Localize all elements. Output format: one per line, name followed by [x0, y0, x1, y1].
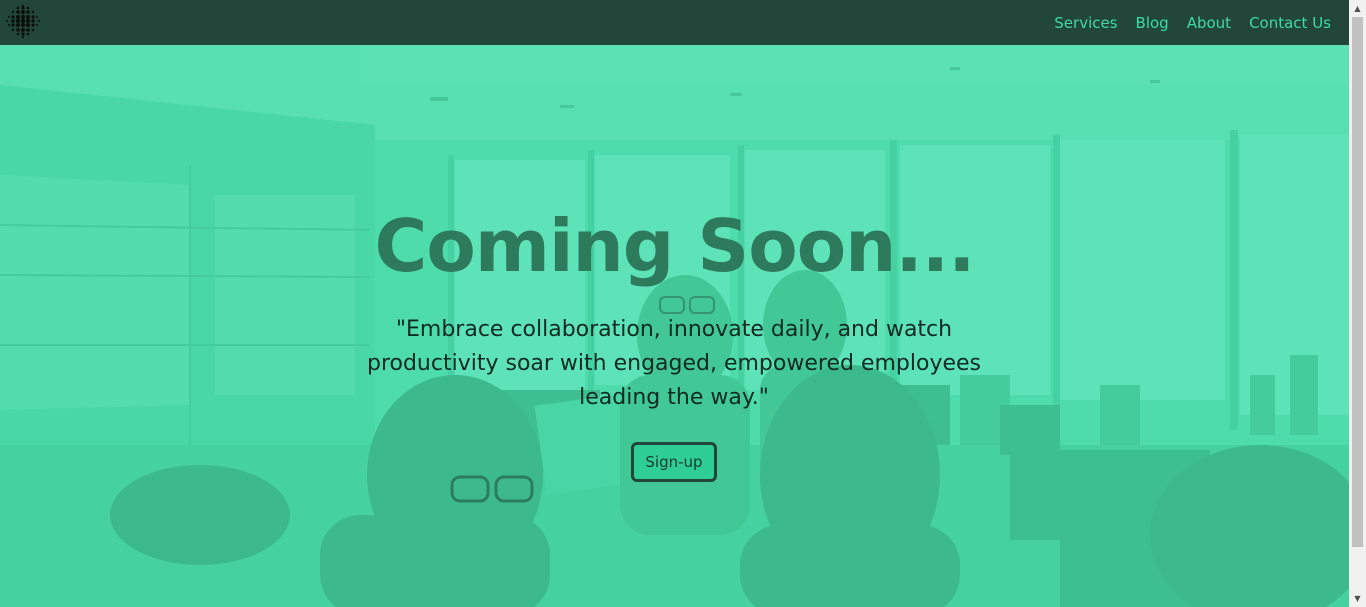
scroll-down-arrow-icon[interactable]: ▼: [1349, 590, 1366, 607]
nav-link-services[interactable]: Services: [1054, 14, 1117, 32]
hero-section: Coming Soon... "Embrace collaboration, i…: [0, 45, 1349, 607]
signup-button[interactable]: Sign-up: [631, 442, 717, 482]
hero-tagline: "Embrace collaboration, innovate daily, …: [366, 317, 981, 410]
nav-link-about[interactable]: About: [1187, 14, 1231, 32]
nav-links: Services Blog About Contact Us: [1054, 0, 1331, 45]
page-viewport: Services Blog About Contact Us Coming So…: [0, 0, 1349, 607]
hero-title: Coming Soon...: [374, 204, 976, 288]
scrollbar-thumb[interactable]: [1352, 17, 1363, 547]
hero-content: Coming Soon... "Embrace collaboration, i…: [0, 45, 1349, 607]
nav-link-blog[interactable]: Blog: [1136, 14, 1169, 32]
nav-link-contact-us[interactable]: Contact Us: [1249, 14, 1331, 32]
dotted-grid-logo-icon[interactable]: [4, 2, 42, 40]
vertical-scrollbar[interactable]: ▲ ▼: [1349, 0, 1366, 607]
top-navbar: Services Blog About Contact Us: [0, 0, 1349, 45]
scroll-up-arrow-icon[interactable]: ▲: [1349, 0, 1366, 17]
